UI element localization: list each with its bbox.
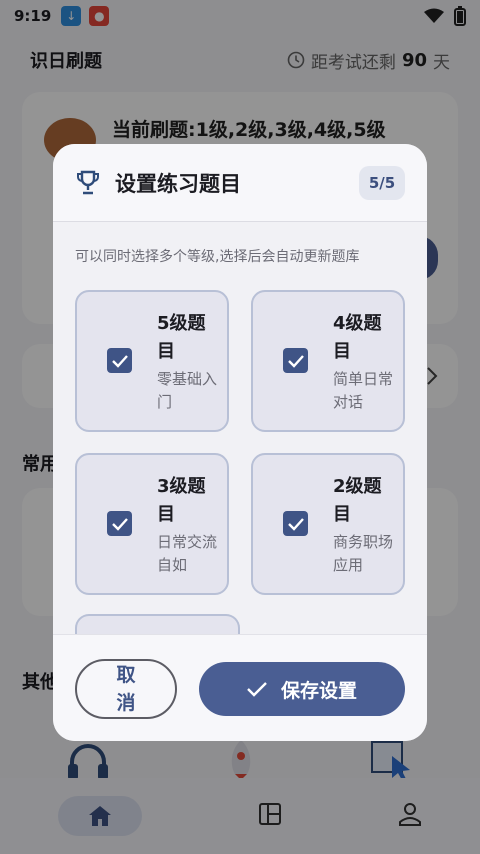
dialog-footer: 取消 保存设置 <box>53 634 427 741</box>
checkbox-checked[interactable] <box>107 348 132 373</box>
option-title: 4级题目 <box>333 313 382 362</box>
cancel-button[interactable]: 取消 <box>75 659 177 719</box>
dialog-header: 设置练习题目 5/5 <box>53 144 427 222</box>
level-option-5[interactable]: 5级题目 零基础入门 <box>75 290 229 432</box>
option-description: 简单日常对话 <box>333 370 394 411</box>
check-icon <box>287 517 304 531</box>
option-description: 零基础入门 <box>157 370 218 411</box>
check-icon <box>111 354 128 368</box>
dialog-title: 设置练习题目 <box>115 171 241 196</box>
checkbox-checked[interactable] <box>283 511 308 536</box>
cancel-label: 取消 <box>116 664 136 714</box>
option-title: 2级题目 <box>333 476 382 525</box>
level-option-4[interactable]: 4级题目 简单日常对话 <box>251 290 405 432</box>
check-icon <box>287 354 304 368</box>
save-label: 保存设置 <box>280 679 357 702</box>
level-option-2[interactable]: 2级题目 商务职场应用 <box>251 453 405 595</box>
check-icon <box>111 517 128 531</box>
checkbox-checked[interactable] <box>107 511 132 536</box>
save-settings-button[interactable]: 保存设置 <box>199 662 405 716</box>
option-description: 日常交流自如 <box>157 533 218 574</box>
trophy-icon <box>77 170 99 194</box>
option-title: 3级题目 <box>157 476 206 525</box>
page-indicator: 5/5 <box>359 165 405 200</box>
practice-settings-dialog: 设置练习题目 5/5 可以同时选择多个等级,选择后会自动更新题库 5级题目 零基… <box>53 144 427 741</box>
option-title: 5级题目 <box>157 313 206 362</box>
option-description: 商务职场应用 <box>333 533 394 574</box>
checkbox-checked[interactable] <box>283 348 308 373</box>
dialog-subtitle: 可以同时选择多个等级,选择后会自动更新题库 <box>75 249 360 265</box>
level-option-3[interactable]: 3级题目 日常交流自如 <box>75 453 229 595</box>
check-icon <box>247 682 267 697</box>
